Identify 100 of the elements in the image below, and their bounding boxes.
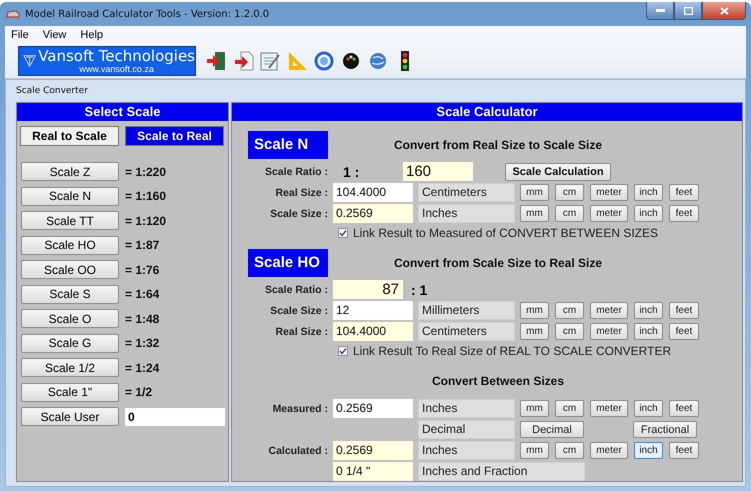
unit-button[interactable]: mm [520, 302, 549, 319]
scale-ratio: = 1:87 [125, 238, 160, 252]
mode-button[interactable]: Real to Scale [20, 126, 119, 146]
unit-button[interactable]: cm [555, 302, 584, 319]
ratio-field[interactable]: 160 [403, 162, 473, 181]
unit-button[interactable]: mm [520, 323, 549, 340]
scale-badge: Scale HO [248, 249, 328, 277]
scale-button[interactable]: Scale User [21, 407, 119, 426]
scale-ratio: = 1/2 [125, 385, 152, 399]
unit-button[interactable]: mm [520, 205, 549, 222]
unit-button[interactable]: meter [590, 302, 628, 319]
scale-button[interactable]: Scale O [21, 309, 119, 328]
unit-button[interactable]: cm [555, 205, 584, 222]
fraction-field[interactable]: 0 1/4 " [333, 462, 413, 481]
field-label: Scale Size : [269, 208, 328, 220]
scale-button[interactable]: Scale Z [21, 162, 119, 181]
unit-button[interactable]: inch [634, 205, 663, 222]
unit-field: Inches [418, 441, 515, 460]
unit-button[interactable]: meter [590, 184, 628, 201]
logo-name: Vansoft Technologies [38, 48, 195, 64]
checkbox[interactable] [338, 228, 348, 238]
menu-item[interactable]: View [42, 29, 66, 41]
page-arrow-icon[interactable] [232, 50, 254, 72]
globe-icon[interactable] [367, 50, 389, 72]
unit-button[interactable]: meter [590, 442, 628, 459]
unit-button[interactable]: inch [634, 323, 663, 340]
maximize-icon [684, 6, 692, 14]
unit-button[interactable]: feet [669, 400, 699, 417]
window-title: Model Railroad Calculator Tools - Version: 1.2.0.0 [25, 8, 270, 20]
menu-item[interactable]: Help [80, 29, 104, 41]
scale-button[interactable]: Scale S [21, 284, 119, 304]
unit-button[interactable]: feet [669, 302, 699, 319]
unit-button[interactable]: meter [590, 400, 628, 417]
scale-ratio: = 1:24 [125, 360, 160, 374]
mode-button[interactable]: Scale to Real [125, 126, 224, 146]
scale-button[interactable]: Scale 1/2 [21, 358, 119, 377]
scale-button[interactable]: Scale G [21, 334, 119, 352]
checkbox[interactable] [338, 346, 348, 356]
scale-ratio: = 1:64 [125, 287, 160, 301]
unit-button[interactable]: meter [590, 323, 628, 340]
section-heading: Convert from Scale Size to Real Size [392, 256, 604, 270]
scale-ratio: = 1:220 [125, 164, 166, 178]
unit-button[interactable]: meter [590, 205, 628, 222]
value-field[interactable]: 0.2569 [333, 399, 413, 418]
scale-button[interactable]: Scale OO [21, 260, 119, 279]
unit-button[interactable]: inch [634, 400, 663, 417]
unit-field: Inches [418, 204, 515, 223]
field-label: Real Size : [274, 326, 328, 338]
close-button[interactable] [702, 2, 746, 20]
unit-button[interactable]: mm [520, 400, 549, 417]
scale-button[interactable]: Scale HO [21, 236, 119, 254]
unit-button[interactable]: cm [555, 442, 584, 459]
gauge-icon[interactable] [340, 50, 362, 72]
unit-button[interactable]: feet [669, 323, 699, 340]
unit-button[interactable]: feet [669, 205, 699, 222]
field-label: Scale Ratio : [264, 166, 328, 178]
panel-header: Scale Calculator [232, 103, 742, 121]
value-field[interactable]: 104.4000 [333, 183, 413, 202]
ratio-suffix: : 1 [411, 282, 428, 298]
unit-button[interactable]: mm [520, 442, 549, 459]
value-field[interactable]: 0.2569 [333, 204, 413, 223]
checkbox-label: Link Result To Real Size of REAL TO SCALE CONVERTER [353, 344, 672, 358]
scale-badge: Scale N [248, 131, 328, 159]
unit-button[interactable]: feet [669, 442, 699, 459]
ratio-prefix: 1 : [342, 164, 360, 180]
notepad-icon[interactable] [259, 50, 281, 72]
form-title: Scale Converter [16, 86, 88, 96]
format-button[interactable]: Decimal [520, 421, 584, 438]
unit-button[interactable]: inch [634, 302, 663, 319]
menu-item[interactable]: File [11, 29, 29, 41]
minimize-button[interactable] [646, 2, 674, 20]
value-field[interactable]: 104.4000 [333, 322, 413, 341]
unit-button[interactable]: feet [669, 184, 699, 201]
logo-url: www.vansoft.co.za [79, 64, 154, 74]
unit-button[interactable]: mm [520, 184, 549, 201]
door-arrow-icon[interactable] [205, 50, 227, 72]
format-button[interactable]: Fractional [633, 421, 697, 438]
ring-icon[interactable] [313, 50, 335, 72]
maximize-button[interactable] [674, 2, 702, 20]
ratio-field[interactable]: 87 [333, 280, 403, 299]
unit-field: Centimeters [418, 183, 515, 202]
scale-ratio: = 1:120 [125, 214, 166, 228]
unit-button[interactable]: cm [555, 184, 584, 201]
panel-header: Select Scale [17, 103, 228, 121]
scale-button[interactable]: Scale N [21, 186, 119, 206]
scale-button[interactable]: Scale TT [21, 211, 119, 230]
field-label: Scale Size : [269, 304, 328, 316]
unit-button[interactable]: cm [555, 400, 584, 417]
value-field[interactable]: 0.2569 [333, 441, 413, 460]
unit-button[interactable]: inch [634, 184, 663, 201]
checkbox-label: Link Result to Measured of CONVERT BETWEEN SIZES [353, 226, 658, 240]
unit-button[interactable]: cm [555, 323, 584, 340]
scale-calculation-button[interactable]: Scale Calculation [505, 162, 611, 180]
unit-field: Centimeters [418, 322, 515, 341]
scale-button[interactable]: Scale 1" [21, 382, 119, 402]
user-scale-field[interactable]: 0 [125, 408, 225, 426]
scale-ratio: = 1:160 [125, 189, 166, 203]
minimize-icon [656, 9, 664, 12]
value-field[interactable]: 12 [333, 301, 413, 320]
unit-button[interactable]: inch [634, 442, 663, 459]
